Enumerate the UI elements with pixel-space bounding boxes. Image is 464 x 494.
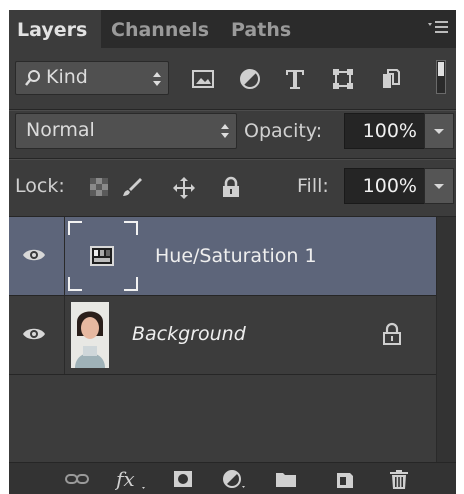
lock-label: Lock: [15, 175, 65, 197]
layer-lock-icon [381, 322, 403, 346]
layer-row-hue-saturation[interactable]: Hue/Saturation 1 [9, 217, 436, 295]
opacity-value: 100% [362, 120, 417, 142]
shape-layer-filter-icon[interactable] [330, 66, 356, 92]
opacity-dropdown-button[interactable] [424, 113, 454, 149]
search-icon [24, 69, 42, 91]
smart-object-filter-icon[interactable] [377, 66, 403, 92]
filter-kind-select[interactable]: Kind [15, 61, 169, 95]
new-layer-icon[interactable] [332, 467, 358, 491]
tab-channels[interactable]: Channels [103, 10, 221, 48]
layers-panel: Layers Channels Paths Kind Normal Opacit… [9, 10, 456, 494]
adjustment-layer-icon [89, 245, 115, 267]
lock-transparent-pixels-icon[interactable] [88, 176, 110, 198]
divider [64, 217, 65, 295]
fill-dropdown-button[interactable] [424, 168, 454, 204]
divider [64, 296, 65, 374]
layer-row-background[interactable]: Background [9, 296, 436, 374]
filter-row: Kind [9, 48, 456, 110]
panel-menu-icon[interactable] [426, 18, 450, 38]
svg-text:fx: fx [115, 467, 135, 491]
adjustment-layer-filter-icon[interactable] [237, 66, 263, 92]
lock-image-pixels-brush-icon[interactable] [121, 176, 143, 198]
tab-bar: Layers Channels Paths [9, 10, 456, 48]
layer-name[interactable]: Background [132, 323, 246, 345]
blend-mode-select[interactable]: Normal [15, 113, 237, 149]
new-adjustment-layer-icon[interactable] [221, 467, 247, 491]
new-group-icon[interactable] [273, 467, 299, 491]
filter-kind-label: Kind [46, 66, 88, 88]
layers-scrollbar[interactable] [436, 217, 456, 462]
fill-label: Fill: [297, 175, 329, 197]
tab-layers[interactable]: Layers [9, 10, 101, 48]
add-mask-icon[interactable] [170, 467, 196, 491]
updown-arrows-icon [152, 68, 162, 90]
delete-layer-icon[interactable] [386, 467, 412, 491]
lock-position-move-icon[interactable] [172, 176, 195, 199]
pixel-layer-filter-icon[interactable] [190, 66, 216, 92]
blend-mode-value: Normal [26, 119, 95, 141]
lock-all-icon[interactable] [220, 176, 242, 198]
visibility-eye-icon[interactable] [21, 245, 47, 265]
opacity-field[interactable]: 100% [344, 113, 426, 149]
fill-field[interactable]: 100% [344, 168, 426, 204]
layer-thumbnail-portrait[interactable] [71, 302, 109, 368]
updown-arrows-icon [220, 120, 230, 142]
divider [9, 159, 456, 160]
tab-paths[interactable]: Paths [223, 10, 313, 48]
link-layers-icon[interactable] [64, 467, 90, 491]
fill-value: 100% [362, 175, 417, 197]
divider [9, 374, 456, 375]
layers-bottom-toolbar: fx [9, 462, 456, 494]
layer-name[interactable]: Hue/Saturation 1 [155, 245, 317, 267]
opacity-label: Opacity: [244, 120, 323, 142]
visibility-eye-icon[interactable] [21, 324, 47, 344]
type-layer-filter-icon[interactable] [282, 66, 308, 92]
filter-toggle-switch[interactable] [436, 60, 446, 94]
layer-style-fx-icon[interactable]: fx [114, 467, 149, 491]
divider [9, 110, 456, 111]
